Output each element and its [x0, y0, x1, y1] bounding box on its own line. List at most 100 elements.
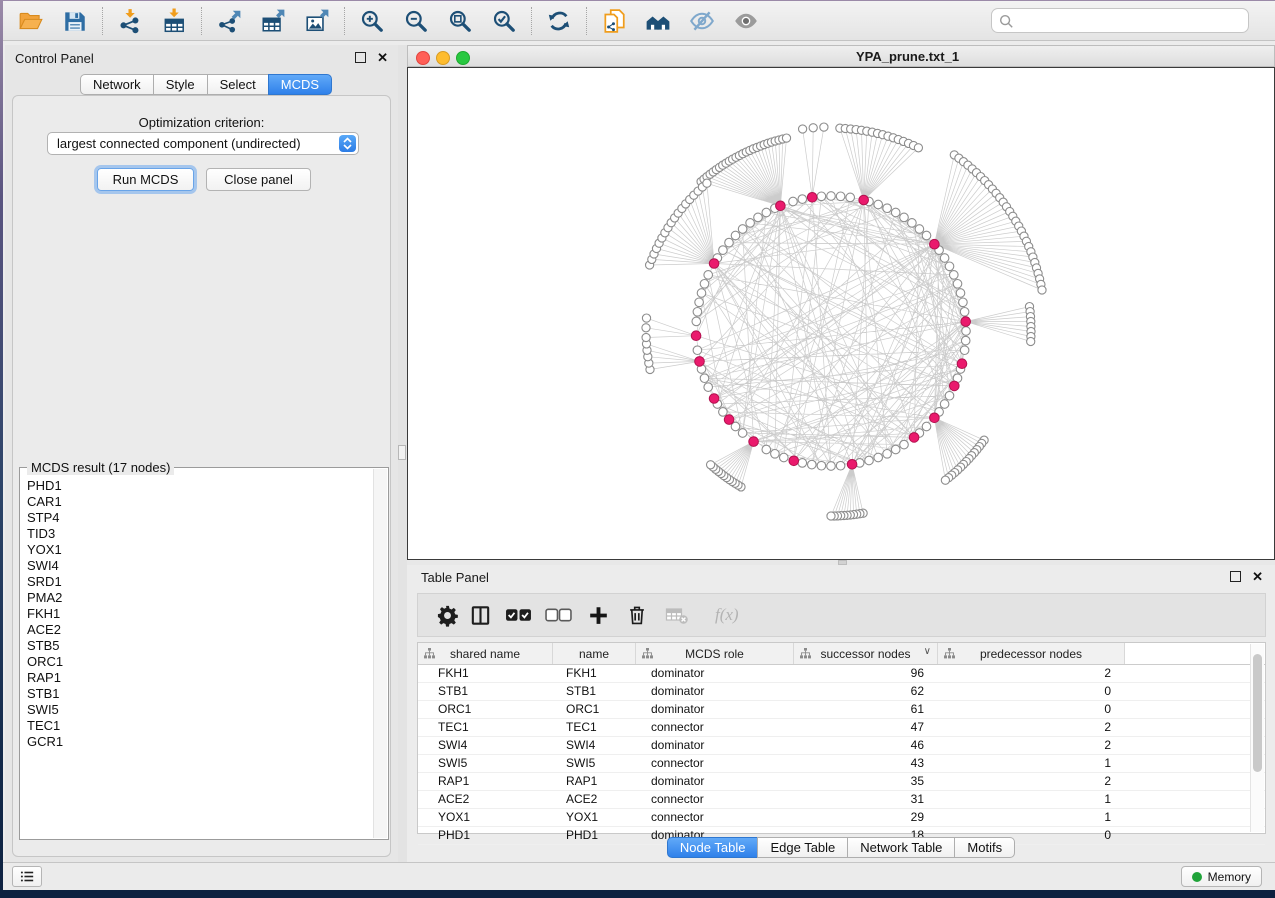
- vertical-splitter[interactable]: [398, 45, 407, 862]
- table-options-button[interactable]: [436, 604, 459, 627]
- mcds-result-item[interactable]: ORC1: [21, 654, 374, 670]
- tab-edge-table[interactable]: Edge Table: [757, 837, 848, 858]
- mcds-result-item[interactable]: ACE2: [21, 622, 374, 638]
- network-titlebar[interactable]: YPA_prune.txt_1: [407, 45, 1275, 67]
- tab-mcds[interactable]: MCDS: [268, 74, 332, 95]
- export-image-button[interactable]: [295, 4, 339, 38]
- table-cell[interactable]: FKH1: [553, 665, 636, 682]
- zoom-selected-button[interactable]: [482, 4, 526, 38]
- table-cell[interactable]: YOX1: [418, 809, 553, 826]
- float-panel-icon[interactable]: [1230, 571, 1241, 582]
- table-cell[interactable]: connector: [636, 809, 794, 826]
- column-header-MCDS-role[interactable]: MCDS role: [636, 643, 794, 664]
- save-session-button[interactable]: [53, 4, 97, 38]
- mcds-result-item[interactable]: TEC1: [21, 718, 374, 734]
- tab-network-table[interactable]: Network Table: [847, 837, 955, 858]
- table-cell[interactable]: TEC1: [553, 719, 636, 736]
- unselect-all-columns-button[interactable]: [545, 606, 572, 624]
- mcds-result-item[interactable]: SRD1: [21, 574, 374, 590]
- add-column-button[interactable]: [588, 605, 609, 626]
- mcds-result-item[interactable]: STP4: [21, 510, 374, 526]
- new-network-from-selection-button[interactable]: [592, 4, 636, 38]
- show-all-button[interactable]: [724, 4, 768, 38]
- table-cell[interactable]: 2: [938, 737, 1125, 754]
- table-cell[interactable]: dominator: [636, 773, 794, 790]
- close-panel-icon[interactable]: ✕: [377, 52, 388, 63]
- zoom-out-button[interactable]: [394, 4, 438, 38]
- table-cell[interactable]: connector: [636, 719, 794, 736]
- table-cell[interactable]: 29: [794, 809, 938, 826]
- table-cell[interactable]: connector: [636, 791, 794, 808]
- table-cell[interactable]: 62: [794, 683, 938, 700]
- table-cell[interactable]: ACE2: [553, 791, 636, 808]
- mcds-result-item[interactable]: RAP1: [21, 670, 374, 686]
- table-cell[interactable]: 35: [794, 773, 938, 790]
- table-cell[interactable]: STB1: [553, 683, 636, 700]
- float-panel-icon[interactable]: [355, 52, 366, 63]
- table-cell[interactable]: SWI5: [553, 755, 636, 772]
- table-cell[interactable]: STB1: [418, 683, 553, 700]
- show-column-button[interactable]: [469, 604, 492, 627]
- column-header-successor-nodes[interactable]: successor nodes∨: [794, 643, 938, 664]
- mcds-result-item[interactable]: CAR1: [21, 494, 374, 510]
- column-header-shared-name[interactable]: shared name: [418, 643, 553, 664]
- import-network-button[interactable]: [108, 4, 152, 38]
- select-all-columns-button[interactable]: [505, 606, 532, 624]
- mcds-result-item[interactable]: FKH1: [21, 606, 374, 622]
- tab-node-table[interactable]: Node Table: [667, 837, 759, 858]
- table-row[interactable]: TEC1TEC1connector472: [418, 719, 1265, 737]
- table-cell[interactable]: 31: [794, 791, 938, 808]
- export-table-button[interactable]: [251, 4, 295, 38]
- minimize-window-icon[interactable]: [436, 51, 450, 65]
- table-cell[interactable]: 2: [938, 773, 1125, 790]
- table-cell[interactable]: SWI4: [553, 737, 636, 754]
- search-input[interactable]: [991, 8, 1249, 33]
- tab-network[interactable]: Network: [80, 74, 154, 95]
- close-window-icon[interactable]: [416, 51, 430, 65]
- mcds-result-item[interactable]: PHD1: [21, 478, 374, 494]
- maximize-window-icon[interactable]: [456, 51, 470, 65]
- table-cell[interactable]: connector: [636, 755, 794, 772]
- zoom-fit-button[interactable]: [438, 4, 482, 38]
- sort-desc-icon[interactable]: ∨: [924, 646, 931, 657]
- table-row[interactable]: STB1STB1dominator620: [418, 683, 1265, 701]
- table-row[interactable]: ACE2ACE2connector311: [418, 791, 1265, 809]
- table-cell[interactable]: 0: [938, 701, 1125, 718]
- export-network-button[interactable]: [207, 4, 251, 38]
- mcds-result-item[interactable]: SWI4: [21, 558, 374, 574]
- mcds-result-list[interactable]: PHD1CAR1STP4TID3YOX1SWI4SRD1PMA2FKH1ACE2…: [21, 478, 374, 838]
- mcds-result-item[interactable]: STB1: [21, 686, 374, 702]
- table-cell[interactable]: ORC1: [418, 701, 553, 718]
- table-cell[interactable]: 0: [938, 683, 1125, 700]
- criterion-select[interactable]: largest connected component (undirected): [47, 132, 359, 155]
- close-panel-button[interactable]: Close panel: [206, 168, 311, 191]
- zoom-in-button[interactable]: [350, 4, 394, 38]
- table-cell[interactable]: 1: [938, 755, 1125, 772]
- table-cell[interactable]: dominator: [636, 701, 794, 718]
- mcds-result-item[interactable]: YOX1: [21, 542, 374, 558]
- table-cell[interactable]: 61: [794, 701, 938, 718]
- mcds-result-item[interactable]: SWI5: [21, 702, 374, 718]
- table-cell[interactable]: 1: [938, 809, 1125, 826]
- table-cell[interactable]: 43: [794, 755, 938, 772]
- first-neighbors-button[interactable]: [636, 4, 680, 38]
- table-cell[interactable]: SWI5: [418, 755, 553, 772]
- delete-column-button[interactable]: [626, 604, 648, 626]
- mcds-list-scrollbar[interactable]: [373, 469, 387, 838]
- tab-motifs[interactable]: Motifs: [954, 837, 1015, 858]
- mcds-result-item[interactable]: GCR1: [21, 734, 374, 750]
- mcds-result-item[interactable]: STB5: [21, 638, 374, 654]
- splitter-grip[interactable]: [398, 445, 406, 460]
- hide-selected-button[interactable]: [680, 4, 724, 38]
- table-cell[interactable]: dominator: [636, 737, 794, 754]
- table-row[interactable]: SWI4SWI4dominator462: [418, 737, 1265, 755]
- tab-style[interactable]: Style: [153, 74, 208, 95]
- table-cell[interactable]: RAP1: [418, 773, 553, 790]
- table-row[interactable]: SWI5SWI5connector431: [418, 755, 1265, 773]
- mcds-result-item[interactable]: PMA2: [21, 590, 374, 606]
- table-cell[interactable]: FKH1: [418, 665, 553, 682]
- table-cell[interactable]: ACE2: [418, 791, 553, 808]
- table-cell[interactable]: 46: [794, 737, 938, 754]
- table-cell[interactable]: dominator: [636, 683, 794, 700]
- table-scrollbar[interactable]: [1250, 644, 1264, 832]
